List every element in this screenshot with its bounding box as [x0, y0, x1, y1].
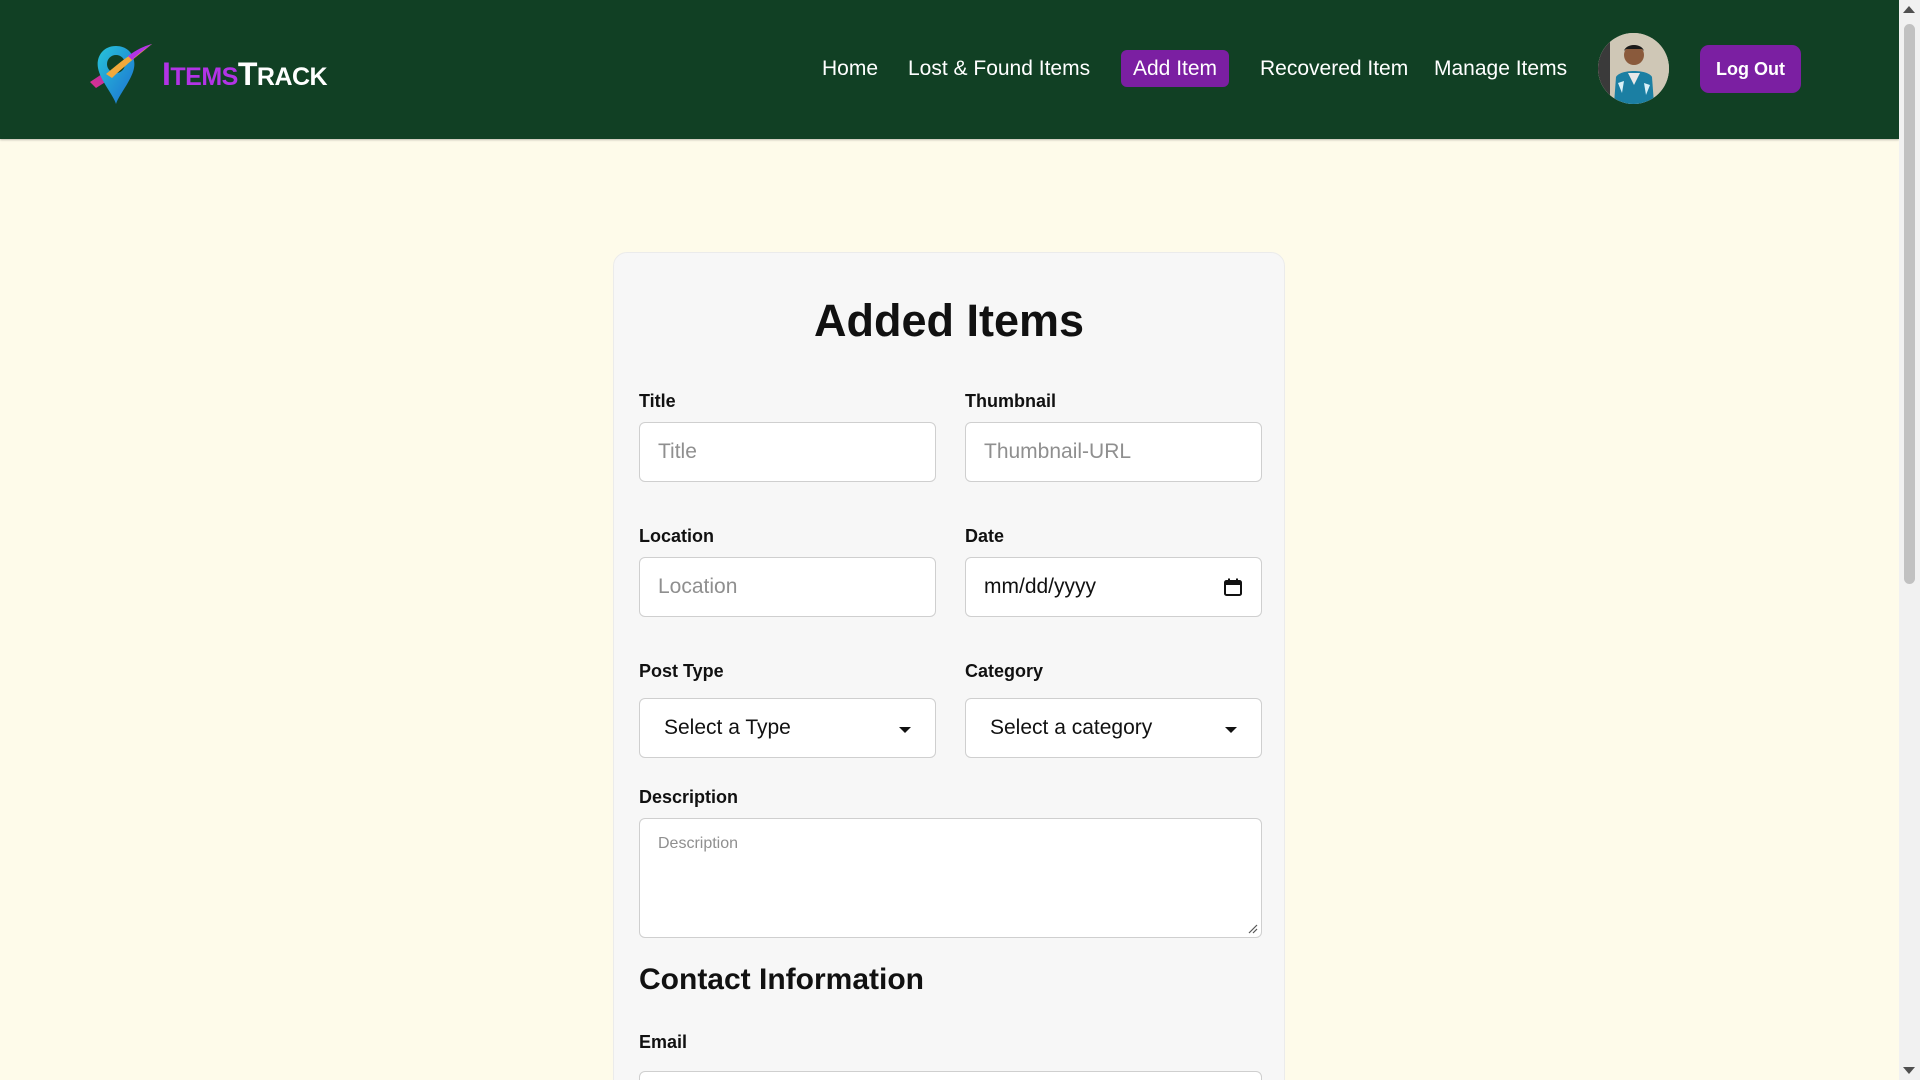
category-label: Category	[965, 661, 1044, 681]
location-input[interactable]	[640, 558, 935, 616]
thumbnail-url-input[interactable]	[966, 423, 1261, 481]
calendar-icon[interactable]	[1223, 577, 1243, 597]
location-label: Location	[639, 526, 714, 546]
category-selected-value: Select a category	[990, 716, 1153, 739]
page-scrollbar[interactable]	[1899, 0, 1920, 1080]
chevron-down-icon	[1225, 726, 1237, 733]
post-type-selected-value: Select a Type	[664, 716, 791, 739]
description-textarea[interactable]	[640, 819, 1261, 937]
resize-grip-icon[interactable]	[1246, 922, 1258, 934]
top-navbar: ITEMSTRACK Home Lost & Found Items Add I…	[0, 0, 1899, 139]
description-field-wrapper	[639, 818, 1262, 938]
scroll-up-arrow-icon[interactable]	[1903, 6, 1915, 13]
title-input[interactable]	[640, 423, 935, 481]
scroll-down-arrow-icon[interactable]	[1903, 1067, 1915, 1074]
category-select[interactable]: Select a category	[965, 698, 1262, 758]
scrollbar-thumb[interactable]	[1904, 24, 1915, 584]
nav-add-item-link[interactable]: Add Item	[1121, 50, 1230, 87]
chevron-down-icon	[899, 726, 911, 733]
post-type-select[interactable]: Select a Type	[639, 698, 936, 758]
nav-manage-items-link[interactable]: Manage Items	[1434, 50, 1567, 87]
description-label: Description	[639, 787, 739, 807]
date-label: Date	[965, 526, 1005, 546]
user-avatar[interactable]	[1598, 33, 1669, 104]
nav-lost-found-link[interactable]: Lost & Found Items	[908, 50, 1090, 87]
nav-home-link[interactable]: Home	[822, 50, 878, 87]
logout-button[interactable]: Log Out	[1700, 45, 1801, 93]
email-field-wrapper	[639, 1071, 1262, 1080]
avatar-photo-icon	[1598, 33, 1669, 104]
email-input[interactable]	[640, 1072, 1261, 1080]
contact-info-heading: Contact Information	[639, 963, 924, 996]
thumbnail-label: Thumbnail	[965, 391, 1056, 411]
thumbnail-field-wrapper	[965, 422, 1262, 482]
add-item-form-card: Added Items Title Thumbnail Location Dat…	[613, 252, 1285, 1080]
title-field-wrapper	[639, 422, 936, 482]
nav-recovered-item-link[interactable]: Recovered Item	[1260, 50, 1408, 87]
location-field-wrapper	[639, 557, 936, 617]
email-label: Email	[639, 1032, 688, 1052]
date-value: mm/dd/yyyy	[984, 575, 1097, 598]
date-input[interactable]: mm/dd/yyyy	[965, 557, 1262, 617]
form-heading: Added Items	[813, 295, 1085, 346]
post-type-label: Post Type	[639, 661, 724, 681]
title-label: Title	[639, 391, 676, 411]
